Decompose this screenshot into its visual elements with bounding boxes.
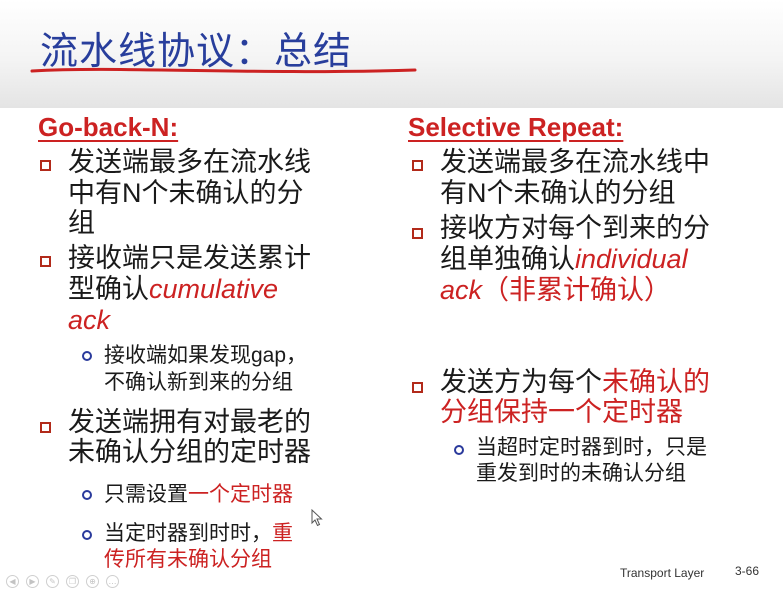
- slideshow-toolbar: ◀ ▶ ✎ ❐ ⊕ …: [0, 572, 140, 590]
- page-number: 3-66: [735, 564, 760, 578]
- slide: 流水线协议：总结 Go-back-N: 发送端最多在流水线 中有N个未确认的分 …: [0, 0, 783, 590]
- play-icon[interactable]: ▶: [26, 575, 39, 588]
- square-bullet-icon: [40, 160, 51, 171]
- square-bullet-icon: [40, 256, 51, 267]
- mouse-cursor-icon: [311, 509, 323, 527]
- rewind-icon[interactable]: ◀: [6, 575, 19, 588]
- title-underline: [30, 67, 417, 74]
- circle-bullet-icon: [82, 530, 92, 540]
- copy-icon[interactable]: ❐: [66, 575, 79, 588]
- circle-bullet-icon: [82, 351, 92, 361]
- zoom-icon[interactable]: ⊕: [86, 575, 99, 588]
- square-bullet-icon: [412, 228, 423, 239]
- square-bullet-icon: [412, 382, 423, 393]
- gbn-heading: Go-back-N:: [38, 112, 179, 142]
- footer-label: Transport Layer: [620, 566, 705, 580]
- pen-icon[interactable]: ✎: [46, 575, 59, 588]
- circle-bullet-icon: [454, 445, 464, 455]
- sr-heading: Selective Repeat:: [408, 112, 624, 142]
- more-icon[interactable]: …: [106, 575, 119, 588]
- circle-bullet-icon: [82, 490, 92, 500]
- square-bullet-icon: [40, 422, 51, 433]
- square-bullet-icon: [412, 160, 423, 171]
